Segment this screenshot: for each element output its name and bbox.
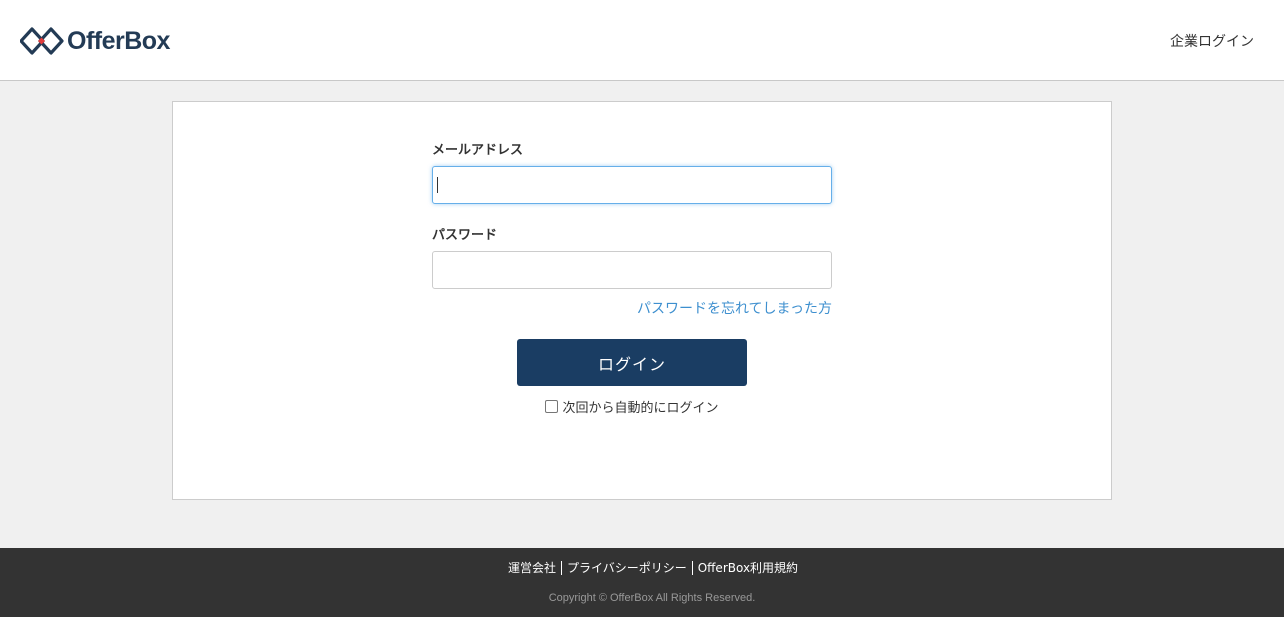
remember-me-row: 次回から自動的にログイン xyxy=(432,397,832,416)
forgot-password-link[interactable]: パスワードを忘れてしまった方 xyxy=(432,300,832,318)
footer-link-company[interactable]: 運営会社 xyxy=(503,561,561,575)
footer-link-privacy[interactable]: プライバシーポリシー xyxy=(560,561,692,575)
offerbox-logo-icon xyxy=(20,27,64,55)
email-field-wrapper xyxy=(432,166,832,204)
login-form: メールアドレス パスワード パスワードを忘れてしまった方 ログイン 次回から自動… xyxy=(432,142,832,416)
login-card: メールアドレス パスワード パスワードを忘れてしまった方 ログイン 次回から自動… xyxy=(172,101,1112,500)
footer-links: 運営会社 プライバシーポリシー OfferBox利用規約 xyxy=(0,561,1284,575)
email-label: メールアドレス xyxy=(432,143,524,158)
remember-me-checkbox[interactable] xyxy=(545,400,559,413)
remember-me-label[interactable]: 次回から自動的にログイン xyxy=(562,397,718,416)
logo-text: OfferBox xyxy=(67,26,170,55)
copyright-text: Copyright © OfferBox All Rights Reserved… xyxy=(548,592,756,604)
offerbox-logo[interactable]: OfferBox xyxy=(20,26,170,56)
corporate-login-link[interactable]: 企業ログイン xyxy=(1170,31,1254,51)
site-header: OfferBox 企業ログイン xyxy=(0,0,1284,81)
login-button[interactable]: ログイン xyxy=(517,339,747,386)
site-footer: 運営会社 プライバシーポリシー OfferBox利用規約 Copyright ©… xyxy=(0,548,1284,617)
text-caret xyxy=(437,177,438,193)
password-label: パスワード xyxy=(432,228,498,243)
email-input[interactable] xyxy=(432,166,832,204)
password-input[interactable] xyxy=(432,251,832,289)
footer-link-terms[interactable]: OfferBox利用規約 xyxy=(691,561,803,575)
